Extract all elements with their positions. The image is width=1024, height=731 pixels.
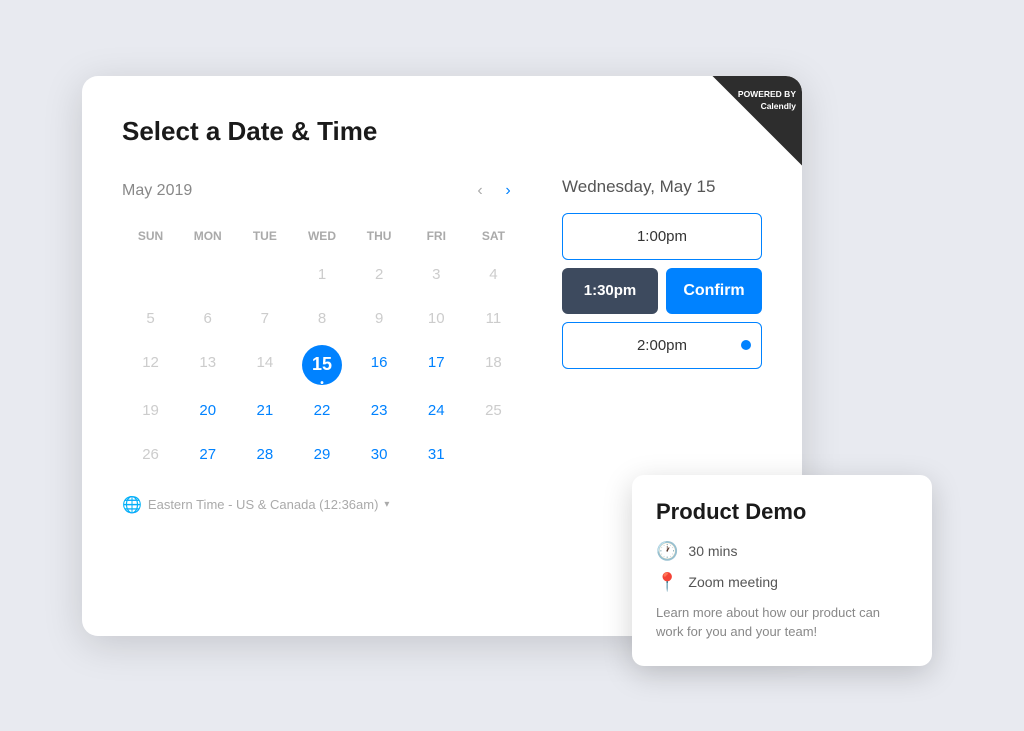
time-section: Wednesday, May 15 1:00pm 1:30pm Confirm … [562, 177, 762, 515]
day-7[interactable]: 7 [247, 301, 283, 337]
day-19[interactable]: 19 [133, 393, 169, 429]
demo-duration: 30 mins [688, 543, 737, 559]
day-21[interactable]: 21 [247, 393, 283, 429]
day-26[interactable]: 26 [133, 437, 169, 473]
day-31[interactable]: 31 [418, 437, 454, 473]
demo-description: Learn more about how our product can wor… [656, 603, 908, 642]
slot-dot-indicator [741, 340, 751, 350]
time-slot-1pm[interactable]: 1:00pm [562, 213, 762, 260]
time-slot-130pm-selected[interactable]: 1:30pm [562, 268, 658, 314]
day-empty [133, 257, 169, 293]
day-empty [190, 257, 226, 293]
time-slot-2pm[interactable]: 2:00pm [562, 322, 762, 369]
day-9[interactable]: 9 [361, 301, 397, 337]
day-3[interactable]: 3 [418, 257, 454, 293]
day-8[interactable]: 8 [304, 301, 340, 337]
day-28[interactable]: 28 [247, 437, 283, 473]
day-4[interactable]: 4 [475, 257, 511, 293]
day-headers: SUN MON TUE WED THU FRI SAT [122, 225, 522, 247]
day-16[interactable]: 16 [361, 345, 397, 381]
timezone-row[interactable]: 🌐 Eastern Time - US & Canada (12:36am) ▾ [122, 495, 522, 515]
day-header-sat: SAT [465, 225, 522, 247]
globe-icon: 🌐 [122, 495, 142, 515]
day-header-fri: FRI [408, 225, 465, 247]
day-header-sun: SUN [122, 225, 179, 247]
day-6[interactable]: 6 [190, 301, 226, 337]
page-title: Select a Date & Time [122, 116, 762, 147]
days-grid: 1 2 3 4 5 6 7 8 9 10 11 12 13 [122, 255, 522, 475]
badge-powered-by: POWERED BY [738, 89, 796, 99]
clock-icon: 🕐 [656, 541, 678, 562]
day-10[interactable]: 10 [418, 301, 454, 337]
day-27[interactable]: 27 [190, 437, 226, 473]
day-30[interactable]: 30 [361, 437, 397, 473]
time-slot-row-130: 1:30pm Confirm [562, 268, 762, 314]
day-17[interactable]: 17 [418, 345, 454, 381]
selected-date-label: Wednesday, May 15 [562, 177, 762, 197]
calendly-badge: POWERED BY Calendly [712, 76, 802, 166]
dropdown-arrow-icon: ▾ [384, 499, 389, 510]
day-15-selected[interactable]: 15 [302, 345, 342, 385]
day-header-tue: TUE [236, 225, 293, 247]
day-29[interactable]: 29 [304, 437, 340, 473]
day-12[interactable]: 12 [133, 345, 169, 381]
day-24[interactable]: 24 [418, 393, 454, 429]
month-nav: May 2019 ‹ › [122, 177, 522, 205]
time-slots: 1:00pm 1:30pm Confirm 2:00pm [562, 213, 762, 369]
day-18[interactable]: 18 [475, 345, 511, 381]
day-header-thu: THU [351, 225, 408, 247]
month-label: May 2019 [122, 182, 466, 200]
day-13[interactable]: 13 [190, 345, 226, 381]
day-25[interactable]: 25 [475, 393, 511, 429]
day-header-wed: WED [293, 225, 350, 247]
demo-location-row: 📍 Zoom meeting [656, 572, 908, 593]
day-11[interactable]: 11 [475, 301, 511, 337]
badge-brand: Calendly [761, 101, 796, 111]
day-header-mon: MON [179, 225, 236, 247]
day-23[interactable]: 23 [361, 393, 397, 429]
calendar-section: May 2019 ‹ › SUN MON TUE WED THU FRI SAT [122, 177, 522, 515]
next-month-button[interactable]: › [494, 177, 522, 205]
day-empty [247, 257, 283, 293]
demo-title: Product Demo [656, 499, 908, 525]
prev-month-button[interactable]: ‹ [466, 177, 494, 205]
day-5[interactable]: 5 [133, 301, 169, 337]
demo-location: Zoom meeting [688, 574, 777, 590]
product-demo-card: Product Demo 🕐 30 mins 📍 Zoom meeting Le… [632, 475, 932, 666]
calendar-grid: SUN MON TUE WED THU FRI SAT 1 [122, 225, 522, 475]
demo-duration-row: 🕐 30 mins [656, 541, 908, 562]
day-20[interactable]: 20 [190, 393, 226, 429]
day-22[interactable]: 22 [304, 393, 340, 429]
day-2[interactable]: 2 [361, 257, 397, 293]
day-1[interactable]: 1 [304, 257, 340, 293]
location-icon: 📍 [656, 572, 678, 593]
day-empty-end [475, 437, 511, 473]
day-14[interactable]: 14 [247, 345, 283, 381]
timezone-label: Eastern Time - US & Canada (12:36am) [148, 497, 379, 512]
confirm-button[interactable]: Confirm [666, 268, 762, 314]
